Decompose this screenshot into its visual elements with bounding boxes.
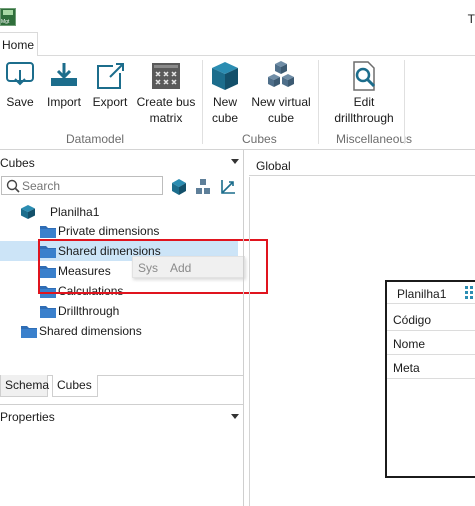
app-logo-icon[interactable]: Mgt bbox=[0, 8, 16, 26]
cubes-panel-header: Cubes bbox=[0, 153, 243, 173]
virtual-cube-icon bbox=[268, 61, 294, 87]
ribbon-separator bbox=[318, 60, 319, 144]
entity-field-row[interactable]: Meta bbox=[387, 355, 475, 379]
folder-icon bbox=[40, 306, 56, 318]
edit-drillthrough-label-1: Edit bbox=[353, 95, 375, 109]
properties-panel-header: Properties bbox=[0, 404, 243, 426]
tab-cubes[interactable]: Cubes bbox=[52, 375, 98, 397]
left-panel-tabs: Schema Cubes bbox=[0, 375, 243, 397]
tree-node-planilha1[interactable]: Planilha1 bbox=[20, 202, 220, 222]
new-virtual-cube-label-1: New virtual bbox=[251, 95, 311, 109]
window-title: T bbox=[467, 12, 475, 26]
save-icon bbox=[6, 62, 34, 86]
matrix-icon bbox=[152, 63, 180, 89]
tab-global[interactable]: Global bbox=[249, 150, 475, 176]
new-cube-label-2: cube bbox=[211, 111, 239, 125]
import-icon bbox=[51, 63, 77, 86]
table-grid-icon bbox=[465, 286, 473, 299]
import-label: Import bbox=[46, 95, 81, 109]
dropdown-arrow-icon[interactable] bbox=[231, 159, 239, 164]
create-bus-matrix-button[interactable]: Create bus matrix bbox=[134, 60, 198, 126]
export-label: Export bbox=[92, 95, 128, 109]
panel-divider bbox=[243, 150, 244, 506]
group-miscellaneous-label: Miscellaneous bbox=[336, 132, 413, 146]
entity-header: Planilha1 bbox=[387, 282, 475, 304]
axes-icon[interactable] bbox=[219, 178, 237, 196]
new-virtual-cube-label-2: cube bbox=[267, 111, 295, 125]
save-label: Save bbox=[6, 95, 34, 109]
ribbon-tabs: Home bbox=[0, 32, 475, 57]
highlight-annotation-box bbox=[38, 239, 268, 294]
dropdown-arrow-icon[interactable] bbox=[231, 414, 239, 419]
export-icon bbox=[97, 63, 124, 89]
canvas-border bbox=[249, 177, 250, 506]
ribbon-separator bbox=[202, 60, 203, 144]
title-bar: Mgt T bbox=[0, 0, 475, 32]
export-button[interactable]: Export bbox=[90, 60, 130, 110]
add-cube-icon[interactable] bbox=[170, 178, 188, 196]
properties-panel-title: Properties bbox=[0, 410, 55, 424]
entity-field-label: Código bbox=[393, 313, 432, 327]
group-datamodel-label: Datamodel bbox=[66, 132, 125, 146]
search-icon bbox=[6, 179, 20, 193]
edit-drillthrough-button[interactable]: Edit drillthrough bbox=[330, 60, 398, 126]
new-cube-label-1: New bbox=[212, 95, 237, 109]
new-virtual-cube-button[interactable]: New virtual cube bbox=[248, 60, 314, 126]
cube-icon bbox=[212, 62, 238, 90]
entity-title: Planilha1 bbox=[397, 287, 447, 301]
search-input[interactable] bbox=[22, 178, 160, 193]
create-bus-label-2: matrix bbox=[149, 111, 183, 125]
tree-node-label: Private dimensions bbox=[58, 224, 160, 238]
edit-drillthrough-label-2: drillthrough bbox=[334, 111, 394, 125]
tab-global-label: Global bbox=[256, 159, 291, 173]
tab-home[interactable]: Home bbox=[0, 32, 38, 57]
entity-field-row[interactable]: Nome bbox=[387, 331, 475, 355]
app-logo-text: Mgt bbox=[1, 19, 10, 25]
cube-icon bbox=[21, 205, 35, 219]
ribbon: Save Import Export Create bus matrix Dat… bbox=[0, 56, 475, 150]
folder-icon bbox=[40, 226, 56, 238]
tree-node-drillthrough[interactable]: Drillthrough bbox=[40, 301, 240, 321]
drillthrough-icon bbox=[353, 61, 376, 91]
new-cube-button[interactable]: New cube bbox=[206, 60, 244, 126]
entity-field-label: Nome bbox=[393, 337, 426, 351]
group-cubes-label: Cubes bbox=[242, 132, 277, 146]
cubes-panel-title: Cubes bbox=[0, 156, 35, 170]
search-box[interactable] bbox=[1, 176, 163, 195]
entity-field-row[interactable]: Código bbox=[387, 307, 475, 331]
folder-icon bbox=[21, 326, 37, 338]
tree-node-private-dimensions[interactable]: Private dimensions bbox=[40, 221, 240, 241]
save-button[interactable]: Save bbox=[2, 60, 38, 110]
tree-node-label: Drillthrough bbox=[58, 304, 120, 318]
tree-node-label: Planilha1 bbox=[50, 205, 100, 219]
tree-node-label: Shared dimensions bbox=[39, 324, 142, 338]
import-button[interactable]: Import bbox=[44, 60, 84, 110]
ribbon-separator bbox=[404, 60, 405, 144]
entity-field-label: Meta bbox=[393, 361, 420, 375]
add-virtual-cube-icon[interactable] bbox=[194, 178, 212, 196]
entity-table-planilha1[interactable]: Planilha1 Código Nome Meta bbox=[385, 280, 475, 478]
tree-node-shared-dimensions-root[interactable]: Shared dimensions bbox=[21, 321, 241, 341]
create-bus-label-1: Create bus bbox=[136, 95, 196, 109]
tab-schema[interactable]: Schema bbox=[0, 375, 49, 397]
